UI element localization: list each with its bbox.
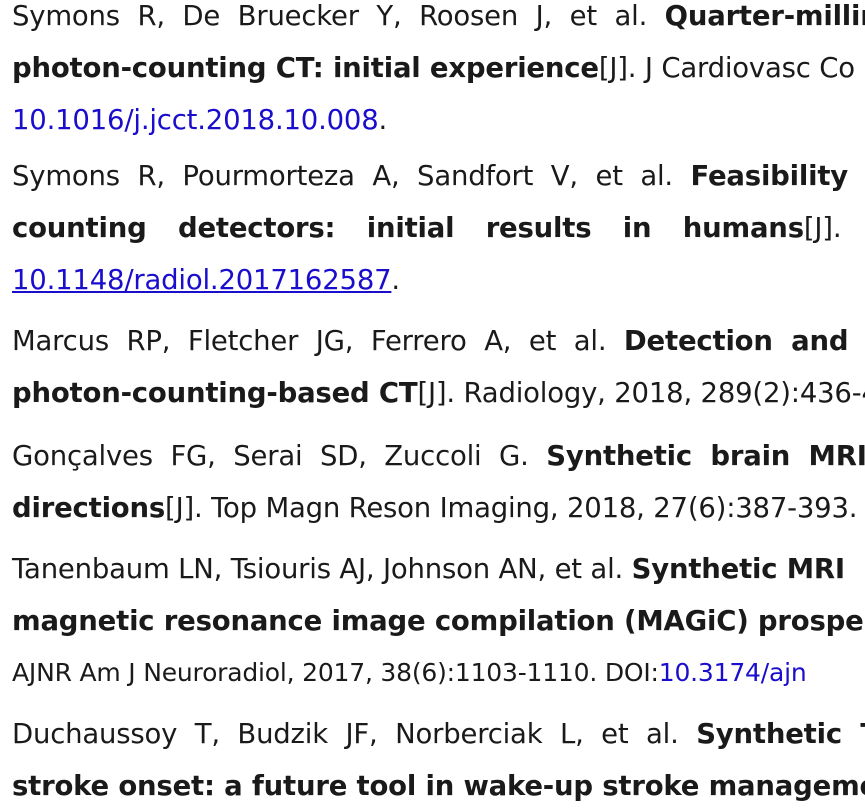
doi-link[interactable]: 10.1016/j.jcct.2018.10.008 [12, 104, 379, 136]
reference-authors: Tanenbaum LN, Tsiouris AJ, Johnson AN, e… [12, 553, 632, 585]
doi-link[interactable]: 10.1148/radiol.2017162587 [12, 264, 392, 296]
reference-item: Symons R, Pourmorteza A, Sandfort V, et … [12, 150, 865, 306]
reference-line: directions[J]. Top Magn Reson Imaging, 2… [12, 482, 865, 534]
reference-line: photon-counting-based CT[J]. Radiology, … [12, 367, 865, 419]
reference-title: directions [12, 492, 166, 524]
reference-line: counting detectors: initial results in h… [12, 202, 865, 254]
reference-source: [J]. J Cardiovasc Co [598, 52, 855, 84]
reference-item: Gonçalves FG, Serai SD, Zuccoli G. Synth… [12, 430, 865, 534]
reference-authors: Marcus RP, Fletcher JG, Ferrero A, et al… [12, 325, 624, 357]
reference-authors: Symons R, De Bruecker Y, Roosen J, et al… [12, 0, 665, 32]
reference-title: stroke onset: a future tool in wake-up s… [12, 770, 865, 802]
reference-line: photon-counting CT: initial experience[J… [12, 42, 865, 94]
reference-line: 10.1148/radiol.2017162587. [12, 254, 865, 306]
doi-link[interactable]: 10.3174/ajn [659, 658, 807, 687]
reference-title-text: Synthetic T [696, 718, 865, 750]
reference-authors: Duchaussoy T, Budzik JF, Norberciak L, e… [12, 718, 697, 750]
reference-source: [J]. Radiology, 2018, 289(2):436-44 [417, 377, 865, 409]
reference-line: Symons R, De Bruecker Y, Roosen J, et al… [12, 0, 865, 42]
reference-line: magnetic resonance image compilation (MA… [12, 595, 864, 647]
reference-source: [J]. Top Magn Reson Imaging, 2018, 27(6)… [165, 492, 865, 524]
reference-item: Marcus RP, Fletcher JG, Ferrero A, et al… [12, 315, 865, 419]
reference-line: Tanenbaum LN, Tsiouris AJ, Johnson AN, e… [12, 543, 864, 595]
reference-title: Feasibility of [690, 160, 865, 192]
reference-line: Symons R, Pourmorteza A, Sandfort V, et … [12, 150, 865, 202]
reference-item: Symons R, De Bruecker Y, Roosen J, et al… [12, 0, 865, 146]
reference-source: AJNR Am J Neuroradiol, 2017, 38(6):1103-… [12, 658, 659, 687]
reference-title: Detection and cha [623, 325, 865, 357]
reference-line: 10.1016/j.jcct.2018.10.008. [12, 94, 865, 146]
reference-authors: Symons R, Pourmorteza A, Sandfort V, et … [12, 160, 691, 192]
reference-list: Symons R, De Bruecker Y, Roosen J, et al… [0, 0, 865, 808]
reference-item: Duchaussoy T, Budzik JF, Norberciak L, e… [12, 708, 865, 808]
reference-line: stroke onset: a future tool in wake-up s… [12, 760, 865, 808]
reference-title: Synthetic brain MRI-re [546, 440, 865, 472]
reference-title: magnetic resonance image compilation (MA… [12, 605, 864, 637]
reference-line: Marcus RP, Fletcher JG, Ferrero A, et al… [12, 315, 865, 367]
reference-line: Duchaussoy T, Budzik JF, Norberciak L, e… [12, 708, 865, 760]
reference-punctuation: . [378, 104, 388, 136]
reference-item: Tanenbaum LN, Tsiouris AJ, Johnson AN, e… [12, 543, 864, 699]
reference-title: Synthetic T2 [696, 718, 865, 750]
reference-title: Synthetic MRI [631, 553, 846, 585]
reference-line: Gonçalves FG, Serai SD, Zuccoli G. Synth… [12, 430, 865, 482]
reference-title: counting detectors: initial results in h… [12, 212, 804, 244]
reference-source: [J]. [803, 212, 842, 244]
reference-title: Quarter-millimete [664, 0, 865, 32]
reference-punctuation: . [391, 264, 400, 296]
reference-title: photon-counting CT: initial experience [12, 52, 599, 84]
reference-authors: Gonçalves FG, Serai SD, Zuccoli G. [12, 440, 547, 472]
reference-line: AJNR Am J Neuroradiol, 2017, 38(6):1103-… [12, 647, 864, 699]
reference-title: photon-counting-based CT [12, 377, 418, 409]
